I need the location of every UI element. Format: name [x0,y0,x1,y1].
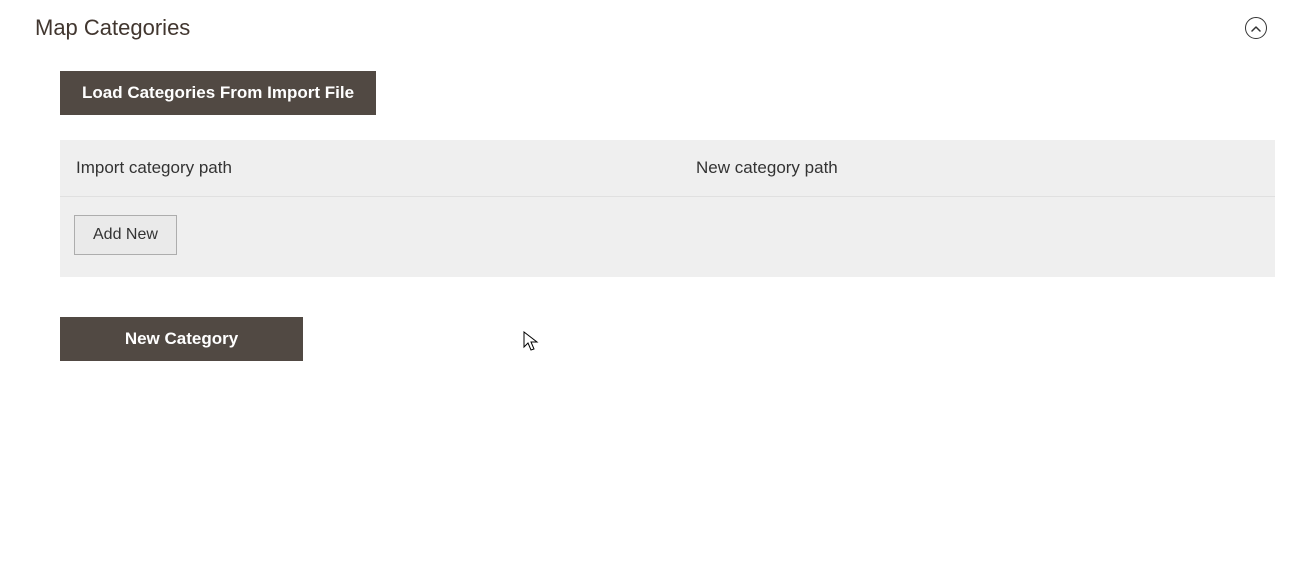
table-body: Add New [60,197,1275,277]
new-category-button[interactable]: New Category [60,317,303,361]
new-category-wrapper: New Category [60,317,1275,361]
load-categories-button[interactable]: Load Categories From Import File [60,71,376,115]
collapse-toggle[interactable] [1245,17,1267,39]
table-header-row: Import category path New category path [60,140,1275,197]
add-new-button[interactable]: Add New [74,215,177,255]
column-header-import-path: Import category path [76,158,696,178]
section-header: Map Categories [35,15,1275,41]
content-area: Load Categories From Import File Import … [35,71,1275,361]
column-header-new-path: New category path [696,158,1259,178]
section-title: Map Categories [35,15,190,41]
category-mapping-table: Import category path New category path A… [60,140,1275,277]
chevron-up-icon [1251,19,1261,37]
